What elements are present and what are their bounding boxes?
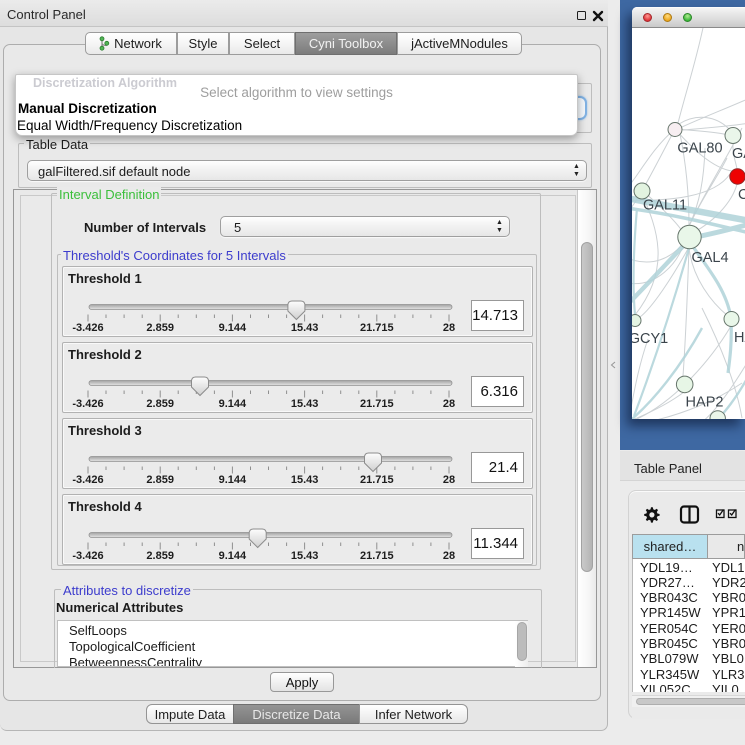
svg-text:-3.426: -3.426 [72, 474, 103, 486]
svg-text:-3.426: -3.426 [72, 398, 103, 410]
svg-text:15.43: 15.43 [291, 474, 319, 486]
svg-text:28: 28 [443, 398, 455, 410]
svg-text:28: 28 [443, 322, 455, 334]
svg-text:21.715: 21.715 [360, 474, 394, 486]
svg-text:-3.426: -3.426 [72, 322, 103, 334]
svg-text:GA: GA [732, 146, 745, 162]
svg-text:2.859: 2.859 [146, 398, 174, 410]
svg-text:GAL4: GAL4 [691, 250, 728, 266]
svg-text:28: 28 [443, 550, 455, 562]
svg-text:2.859: 2.859 [146, 474, 174, 486]
svg-text:9.144: 9.144 [219, 398, 247, 410]
svg-text:GAL80: GAL80 [677, 141, 722, 157]
svg-text:HA: HA [734, 330, 745, 346]
svg-text:15.43: 15.43 [291, 322, 319, 334]
svg-text:2.859: 2.859 [146, 550, 174, 562]
svg-text:CY: CY [738, 187, 745, 203]
svg-text:GAL11: GAL11 [643, 198, 687, 214]
svg-text:21.715: 21.715 [360, 550, 394, 562]
svg-text:GCY1: GCY1 [632, 331, 668, 347]
svg-text:HAP2: HAP2 [686, 395, 724, 411]
svg-text:-3.426: -3.426 [72, 550, 103, 562]
svg-text:28: 28 [443, 474, 455, 486]
svg-text:2.859: 2.859 [146, 322, 174, 334]
svg-text:21.715: 21.715 [360, 322, 394, 334]
svg-text:21.715: 21.715 [360, 398, 394, 410]
svg-text:15.43: 15.43 [291, 398, 319, 410]
svg-text:9.144: 9.144 [219, 474, 247, 486]
svg-text:9.144: 9.144 [219, 322, 247, 334]
svg-text:9.144: 9.144 [219, 550, 247, 562]
svg-text:15.43: 15.43 [291, 550, 319, 562]
